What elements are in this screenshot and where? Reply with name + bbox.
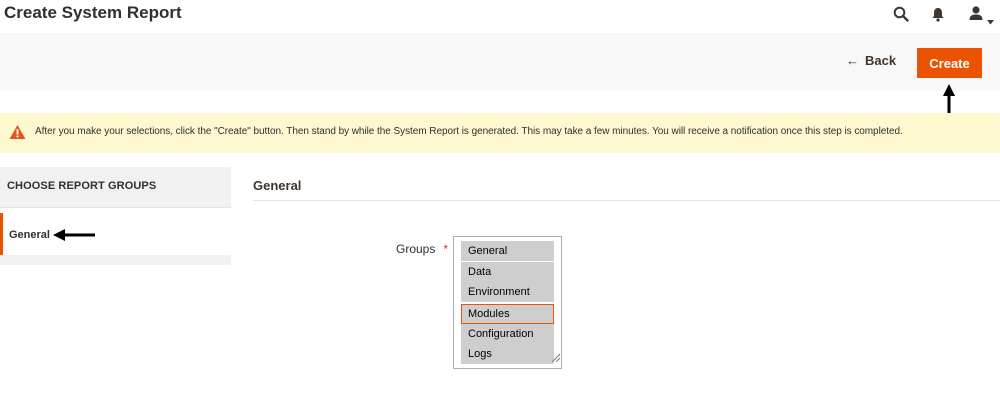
- required-mark: *: [443, 242, 449, 256]
- option-general[interactable]: General: [461, 241, 554, 261]
- groups-label-text: Groups: [396, 242, 436, 256]
- option-environment[interactable]: Environment: [461, 282, 554, 302]
- arrow-left-annotation-icon: [53, 228, 95, 246]
- back-label: Back: [865, 53, 897, 68]
- option-modules[interactable]: Modules: [461, 304, 554, 324]
- caret-down-icon[interactable]: [987, 12, 994, 30]
- section-title: General: [253, 178, 302, 193]
- page-title: Create System Report: [4, 3, 182, 22]
- search-icon[interactable]: [893, 6, 909, 27]
- user-icon[interactable]: [968, 5, 984, 26]
- groups-label: Groups *: [396, 242, 448, 256]
- section-divider: [253, 200, 1000, 201]
- option-configuration[interactable]: Configuration: [461, 324, 554, 344]
- tab-general-label: General: [9, 229, 50, 241]
- resize-handle-icon[interactable]: [551, 349, 561, 367]
- tabs-footer: [0, 255, 231, 265]
- tabs-heading: CHOOSE REPORT GROUPS: [0, 167, 231, 208]
- tabs-heading-label: CHOOSE REPORT GROUPS: [7, 180, 157, 192]
- option-logs[interactable]: Logs: [461, 344, 554, 364]
- warning-icon: [9, 124, 26, 145]
- create-button[interactable]: Create: [917, 48, 982, 78]
- bell-icon[interactable]: [931, 7, 945, 27]
- option-data[interactable]: Data: [461, 262, 554, 282]
- back-button[interactable]: ← Back: [846, 53, 896, 68]
- groups-multiselect[interactable]: General Data Environment Modules Configu…: [453, 236, 562, 369]
- back-arrow-icon: ←: [846, 53, 859, 68]
- tab-general[interactable]: General: [0, 213, 231, 255]
- notice-text: After you make your selections, click th…: [35, 126, 903, 137]
